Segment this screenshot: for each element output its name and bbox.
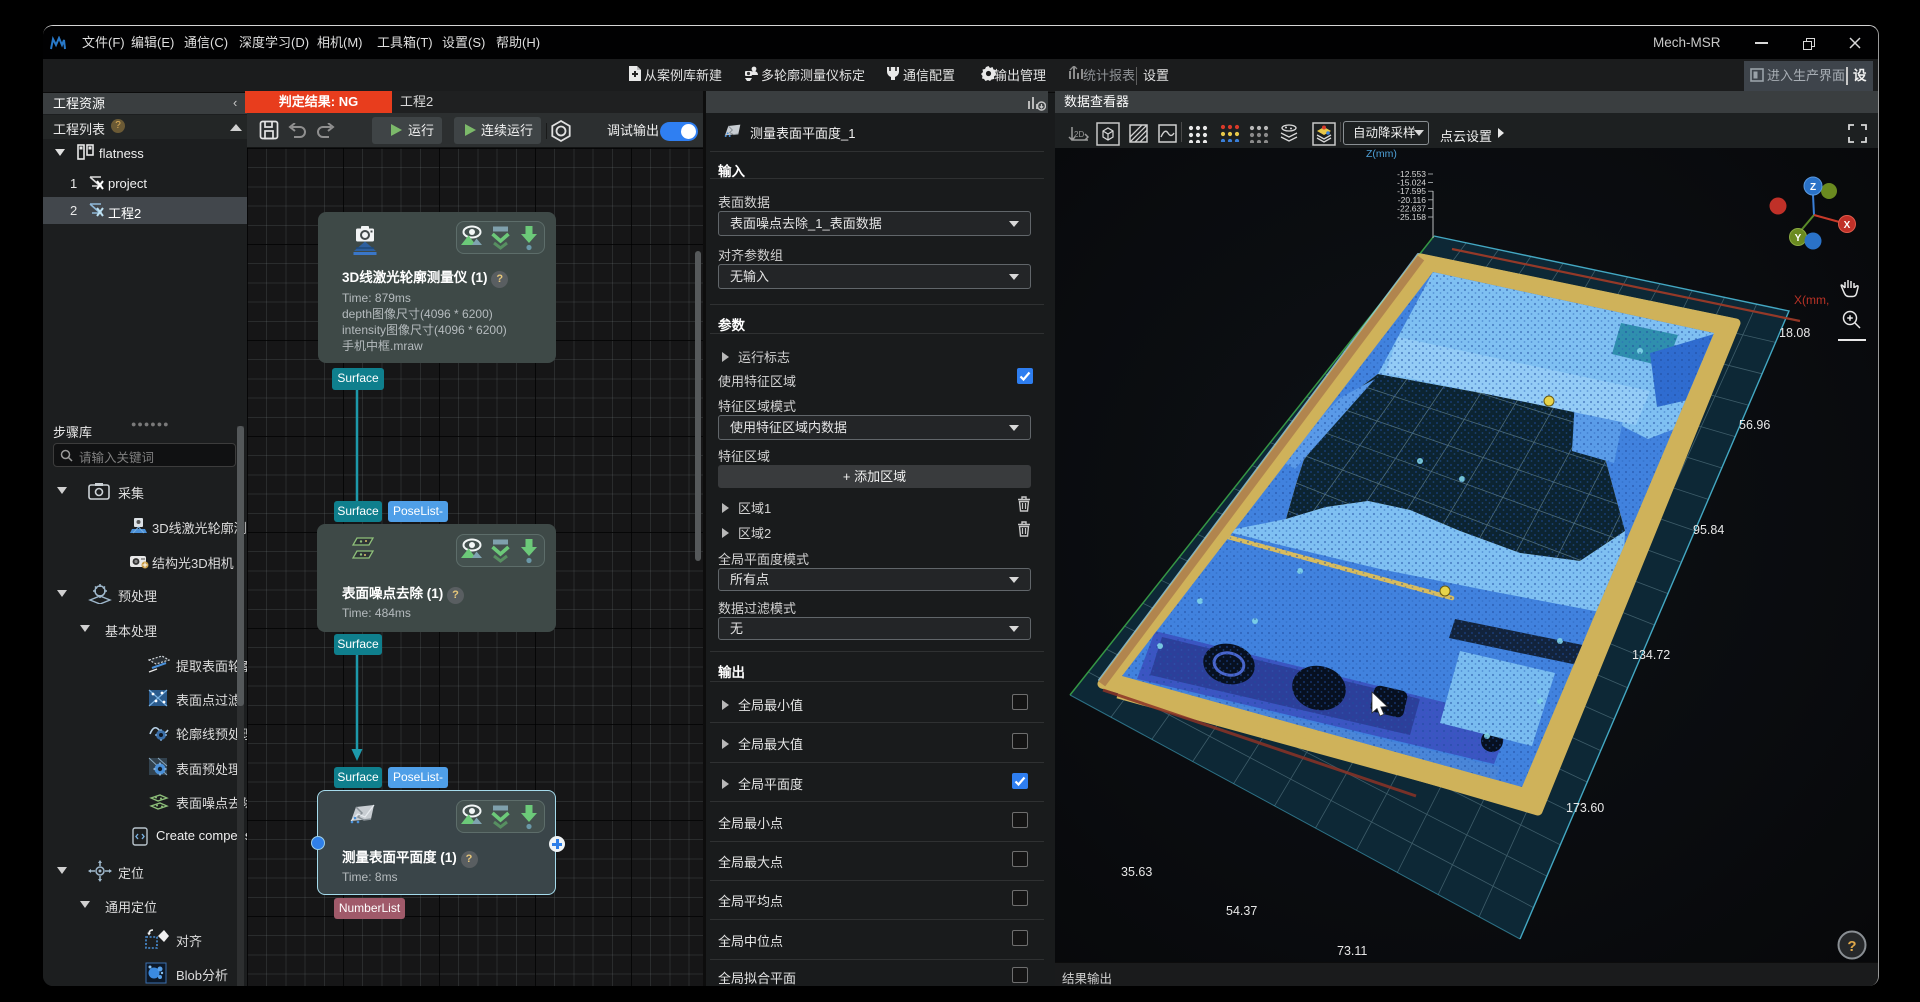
svg-text:56.96: 56.96 [1739, 418, 1770, 432]
svg-text:35.63: 35.63 [1121, 865, 1152, 879]
svg-text:73.11: 73.11 [1337, 944, 1367, 958]
svg-text:X(mm,: X(mm, [1794, 293, 1829, 307]
svg-text:X: X [1844, 220, 1851, 231]
svg-text:-25.158: -25.158 [1397, 212, 1426, 222]
svg-text:?: ? [1847, 938, 1856, 955]
svg-text:95.84: 95.84 [1693, 523, 1724, 537]
svg-text:Z(mm): Z(mm) [1366, 148, 1397, 160]
svg-text:Z: Z [1810, 182, 1816, 193]
svg-text:18.08: 18.08 [1779, 326, 1810, 340]
svg-text:173.60: 173.60 [1566, 801, 1604, 815]
svg-text:2D: 2D [1074, 130, 1084, 139]
svg-text:134.72: 134.72 [1632, 648, 1670, 662]
svg-text:Y: Y [1795, 233, 1802, 244]
svg-text:54.37: 54.37 [1226, 904, 1257, 918]
